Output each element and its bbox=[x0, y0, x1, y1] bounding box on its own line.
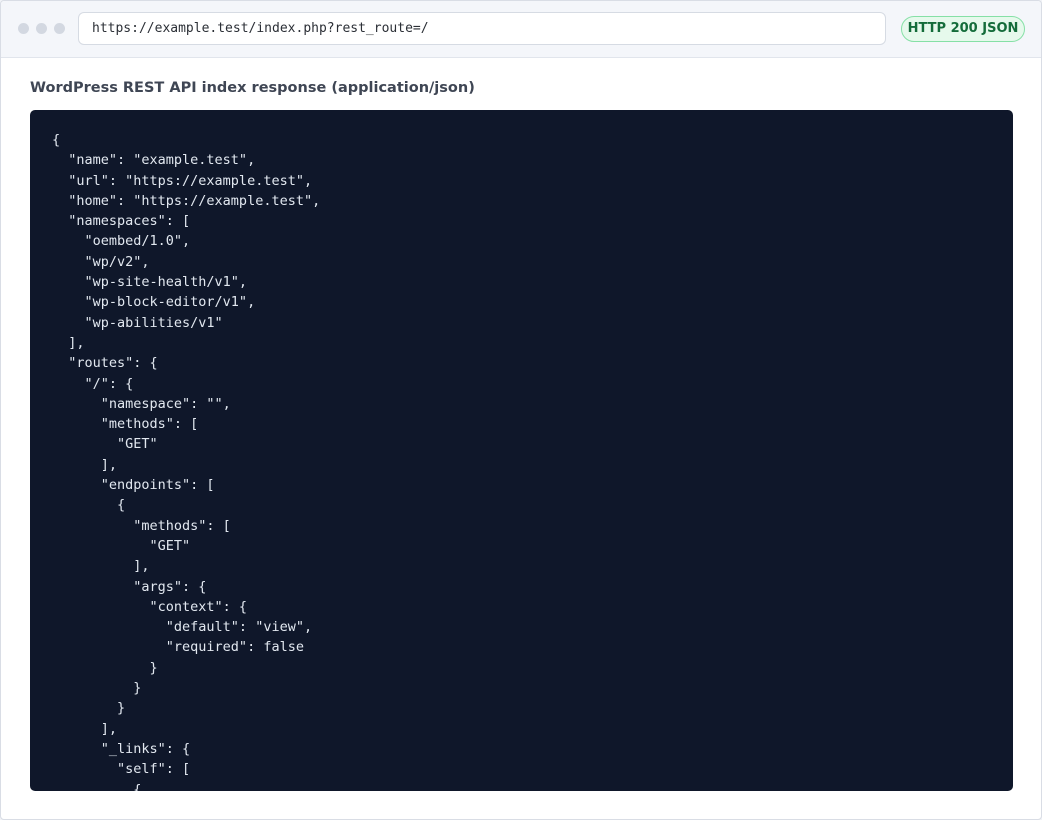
browser-toolbar: https://example.test/index.php?rest_rout… bbox=[1, 1, 1041, 58]
json-response-body: { "name": "example.test", "url": "https:… bbox=[52, 132, 321, 791]
browser-window: https://example.test/index.php?rest_rout… bbox=[0, 0, 1042, 820]
address-bar[interactable]: https://example.test/index.php?rest_rout… bbox=[78, 12, 886, 45]
window-control-dot-close[interactable] bbox=[18, 23, 29, 34]
window-control-dot-maximize[interactable] bbox=[54, 23, 65, 34]
json-response-panel[interactable]: { "name": "example.test", "url": "https:… bbox=[30, 110, 1013, 791]
status-badge: HTTP 200 JSON bbox=[901, 16, 1025, 42]
window-control-dot-minimize[interactable] bbox=[36, 23, 47, 34]
page-title: WordPress REST API index response (appli… bbox=[30, 80, 475, 96]
